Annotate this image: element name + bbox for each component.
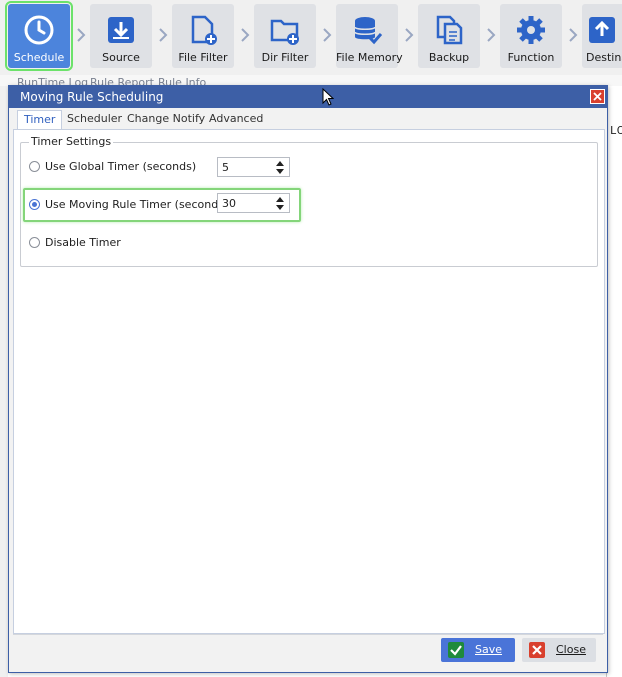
global-timer-label: Use Global Timer (seconds) xyxy=(45,160,197,173)
chevron-right-icon xyxy=(487,28,496,42)
clock-icon xyxy=(24,15,54,45)
toolbar-label: Source xyxy=(102,51,140,64)
toolbar-function-button[interactable]: Function xyxy=(500,4,562,68)
copy-documents-icon xyxy=(436,15,463,45)
chevron-right-icon xyxy=(77,28,86,42)
global-timer-radio[interactable] xyxy=(29,161,40,172)
spin-down-icon[interactable] xyxy=(276,205,284,210)
upload-box-icon xyxy=(589,17,615,43)
background-window-left xyxy=(0,86,8,677)
toolbar-label: Schedule xyxy=(13,51,65,64)
chevron-right-icon xyxy=(405,28,414,42)
close-icon xyxy=(593,92,602,101)
toolbar-dir-filter-button[interactable]: Dir Filter xyxy=(254,4,316,68)
save-button[interactable]: Save xyxy=(441,638,515,662)
file-add-icon xyxy=(191,15,217,45)
background-log-text: LC xyxy=(610,124,622,137)
toolbar-backup-button[interactable]: Backup xyxy=(418,4,480,68)
timer-tab-page: Timer Settings Use Global Timer (seconds… xyxy=(13,129,605,634)
timer-settings-group: Timer Settings Use Global Timer (seconds… xyxy=(20,135,598,267)
download-box-icon xyxy=(108,17,134,43)
toolbar-label: File Memory xyxy=(336,51,403,64)
background-log-panel: LC xyxy=(606,86,622,677)
toolbar-label: File Filter xyxy=(178,51,228,64)
toolbar-label: Backup xyxy=(428,51,470,64)
toolbar-file-filter-button[interactable]: File Filter xyxy=(172,4,234,68)
global-timer-stepper[interactable]: 5 xyxy=(217,157,290,177)
toolbar-label: Dir Filter xyxy=(261,51,309,64)
mouse-cursor-icon xyxy=(322,88,334,106)
save-button-label: Save xyxy=(475,643,503,656)
toolbar: Schedule Source File Filter Dir Filter F… xyxy=(0,0,622,75)
gear-icon xyxy=(517,16,545,44)
moving-rule-timer-stepper[interactable]: 30 xyxy=(217,193,290,213)
spin-up-icon[interactable] xyxy=(276,197,284,202)
database-check-icon xyxy=(354,17,383,45)
disable-timer-radio[interactable] xyxy=(29,237,40,248)
moving-rule-timer-radio[interactable] xyxy=(29,199,40,210)
tab-change-notify[interactable]: Change Notify xyxy=(121,110,211,129)
tab-scheduler[interactable]: Scheduler xyxy=(61,110,128,129)
disable-timer-label: Disable Timer xyxy=(45,236,121,249)
moving-rule-timer-value[interactable]: 30 xyxy=(222,197,236,210)
global-timer-value[interactable]: 5 xyxy=(222,161,229,174)
toolbar-source-button[interactable]: Source xyxy=(90,4,152,68)
dialog-title: Moving Rule Scheduling xyxy=(20,90,164,104)
close-button[interactable]: Close xyxy=(522,638,596,662)
folder-add-icon xyxy=(270,19,299,45)
moving-rule-timer-label: Use Moving Rule Timer (seconds) xyxy=(45,198,229,211)
close-icon xyxy=(529,642,545,658)
toolbar-label: Function xyxy=(507,51,555,64)
dialog-tabs: Timer Scheduler Change Notify Advanced xyxy=(15,110,601,130)
tab-advanced[interactable]: Advanced xyxy=(203,110,269,129)
chevron-right-icon xyxy=(323,28,332,42)
close-button-label: Close xyxy=(556,643,586,656)
dialog-titlebar[interactable]: Moving Rule Scheduling xyxy=(9,86,607,108)
chevron-right-icon xyxy=(159,28,168,42)
spin-up-icon[interactable] xyxy=(276,161,284,166)
moving-rule-scheduling-dialog: Moving Rule Scheduling Timer Scheduler C… xyxy=(8,85,608,673)
toolbar-destination-button[interactable]: Destina xyxy=(582,4,622,68)
group-title: Timer Settings xyxy=(29,135,114,148)
chevron-right-icon xyxy=(241,28,250,42)
footer-divider xyxy=(13,634,603,635)
toolbar-label: Destina xyxy=(586,51,622,64)
toolbar-schedule-button[interactable]: Schedule xyxy=(5,1,73,71)
check-icon xyxy=(448,642,464,658)
tab-timer[interactable]: Timer xyxy=(17,110,63,130)
chevron-right-icon xyxy=(569,28,578,42)
dialog-close-button[interactable] xyxy=(590,89,605,104)
spin-down-icon[interactable] xyxy=(276,169,284,174)
toolbar-file-memory-button[interactable]: File Memory xyxy=(336,4,403,68)
